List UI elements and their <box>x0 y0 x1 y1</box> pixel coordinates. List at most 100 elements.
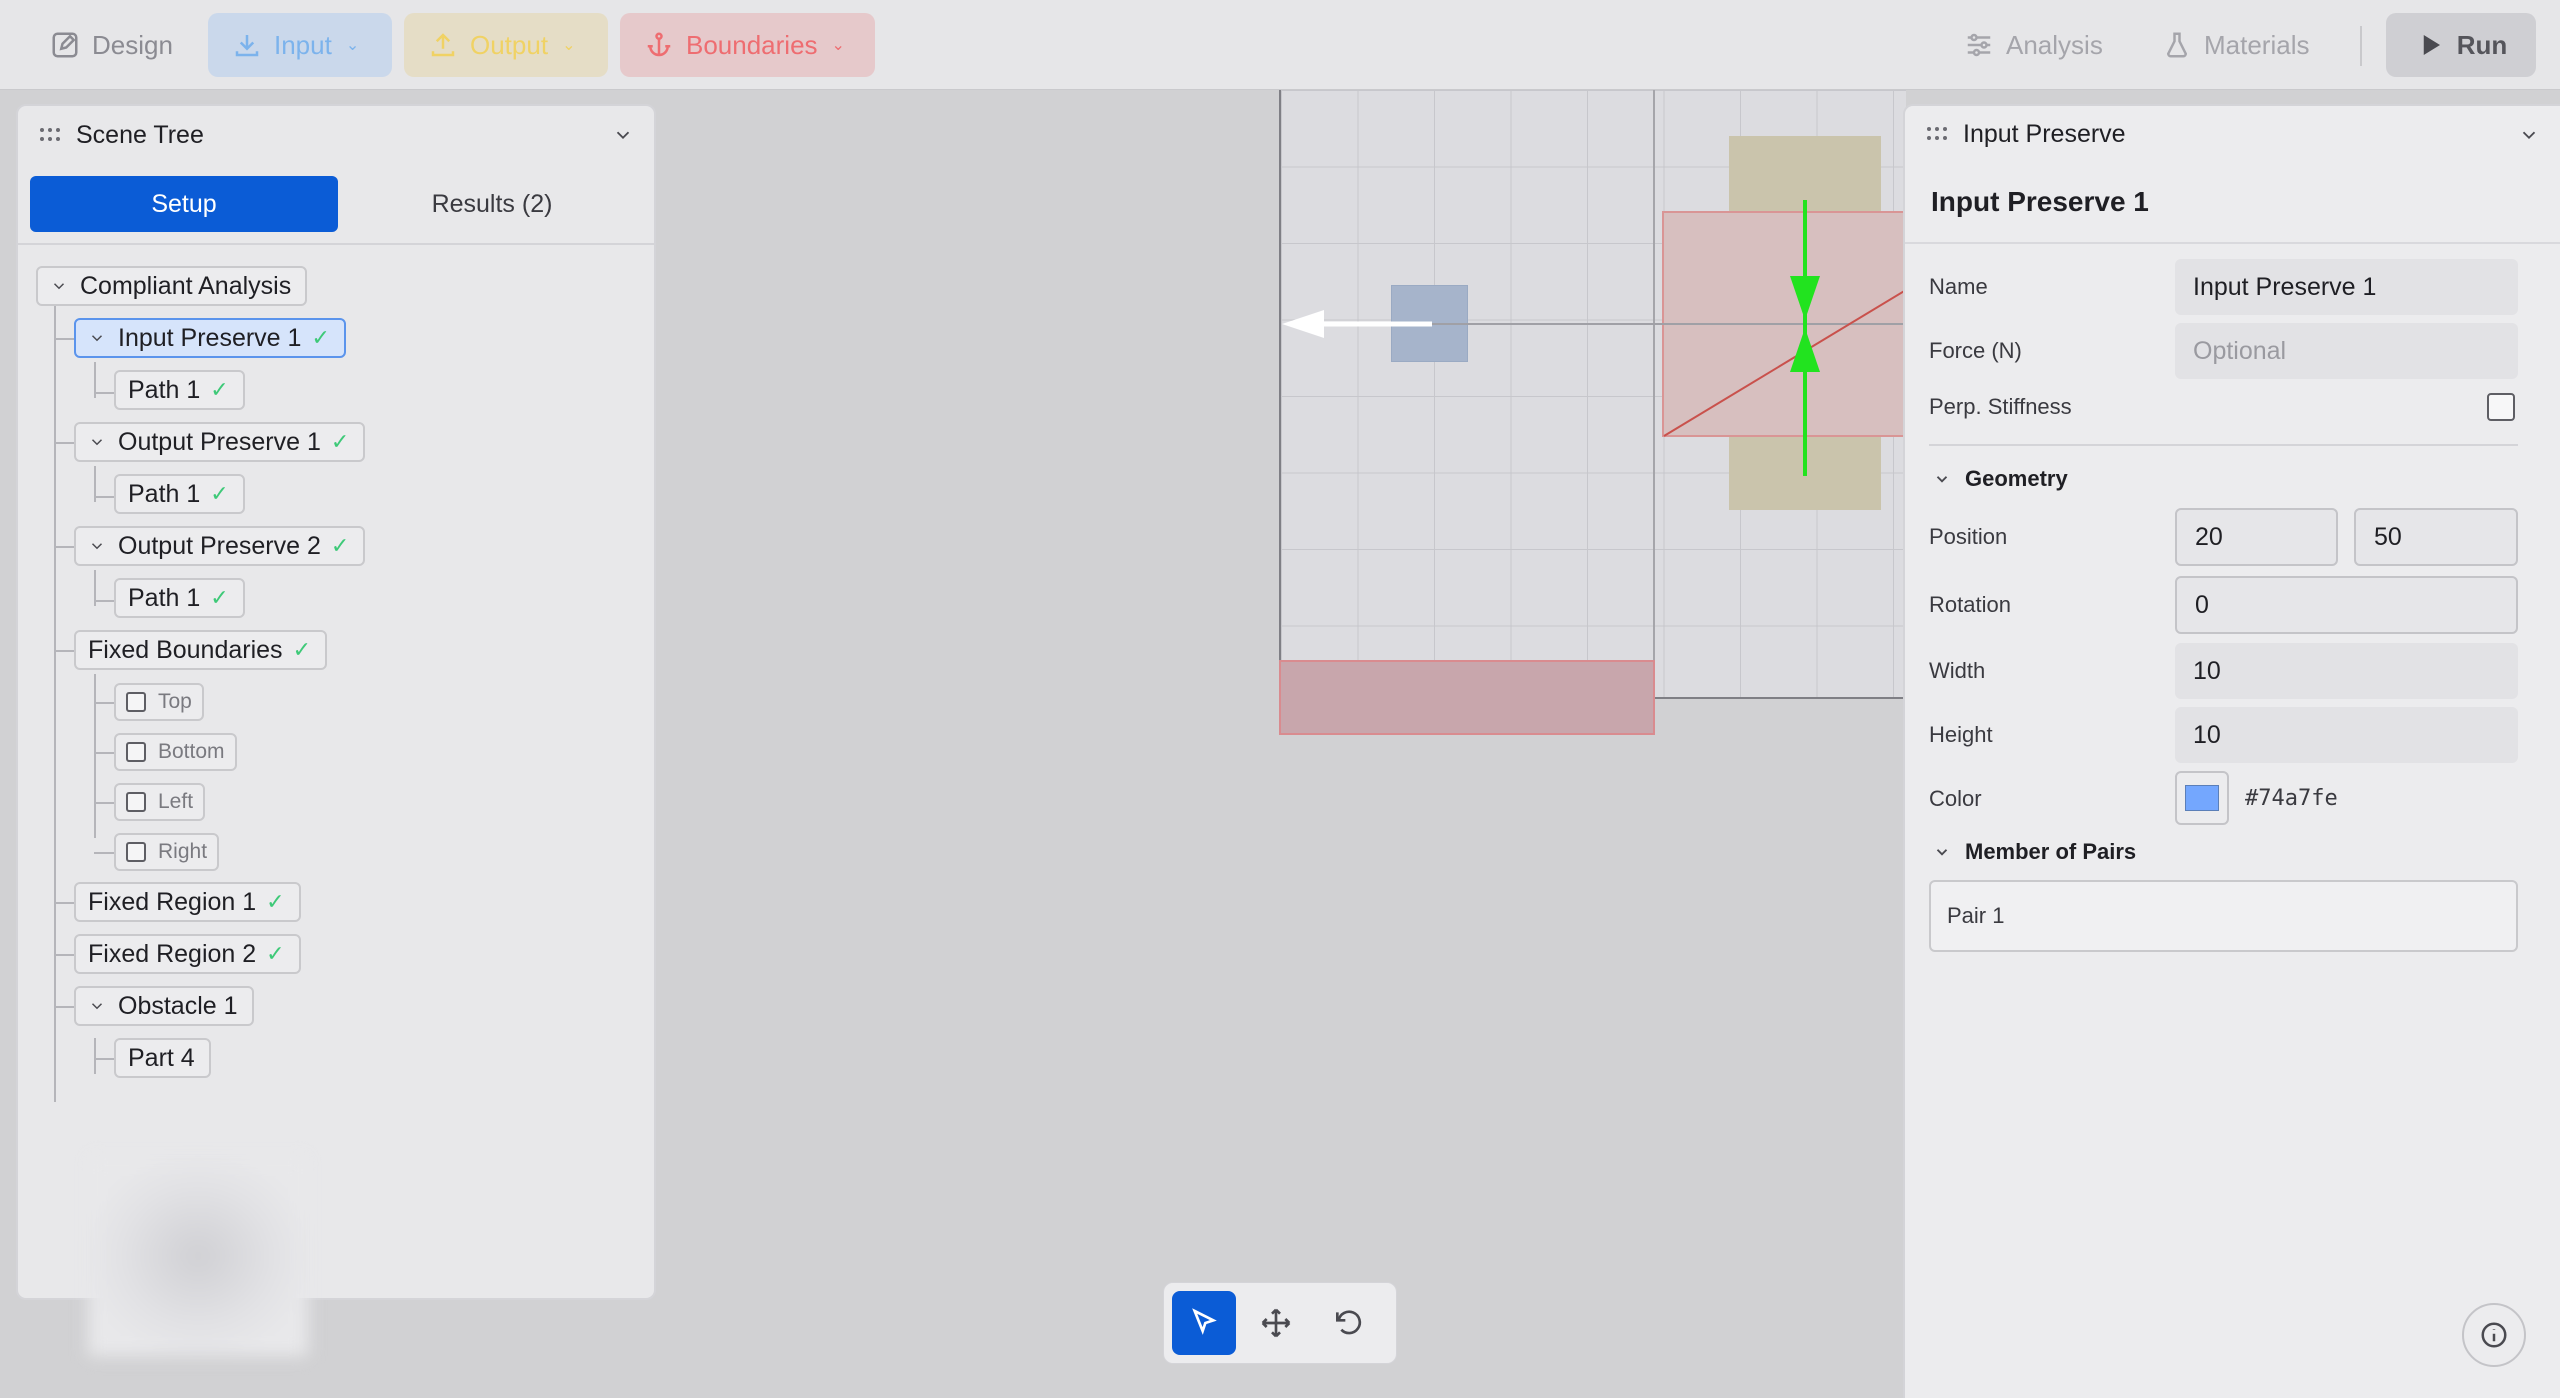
chevron-down-icon <box>53 283 65 290</box>
materials-button[interactable]: Materials <box>2138 13 2333 77</box>
node-label: Obstacle 1 <box>118 991 238 1020</box>
check-icon: ✓ <box>311 325 330 350</box>
run-label: Run <box>2456 29 2508 60</box>
output-menu-button[interactable]: Output ⌄ <box>404 13 608 77</box>
tree-node-input-preserve-1[interactable]: Input Preserve 1 ✓ <box>74 318 346 358</box>
height-field[interactable]: 10 <box>2175 707 2518 763</box>
boundaries-menu-button[interactable]: Boundaries ⌄ <box>620 13 875 77</box>
pairs-section-toggle[interactable]: Member of Pairs <box>1933 839 2136 865</box>
color-swatch[interactable] <box>2175 771 2229 825</box>
check-icon: ✓ <box>210 481 229 506</box>
stiffness-checkbox[interactable] <box>2487 393 2515 421</box>
force-vectors <box>1282 200 1907 476</box>
fixed-region-shape[interactable] <box>1279 660 1655 735</box>
section-divider <box>1929 444 2518 446</box>
tab-results[interactable]: Results (2) <box>338 176 646 232</box>
node-label: Path 1 <box>128 583 201 612</box>
design-button[interactable]: Design <box>26 13 197 77</box>
checkbox[interactable] <box>126 742 146 762</box>
move-tool[interactable] <box>1244 1291 1308 1355</box>
rotation-field[interactable]: 0 <box>2175 576 2518 634</box>
node-label: Output Preserve 2 <box>118 531 321 560</box>
check-icon: ✓ <box>266 941 285 966</box>
tree-node-obstacle-1[interactable]: Obstacle 1 <box>74 986 254 1026</box>
output-arrow-down <box>1790 276 1820 320</box>
check-icon: ✓ <box>210 585 229 610</box>
tree-node-path[interactable]: Path 1 ✓ <box>114 578 245 618</box>
chevron-down-icon[interactable] <box>612 124 634 146</box>
chevron-down-icon <box>1936 849 1948 856</box>
tree-connector <box>54 650 74 652</box>
tree-node-path[interactable]: Path 1 ✓ <box>114 474 245 514</box>
info-icon <box>2481 1322 2507 1348</box>
node-label: Path 1 <box>128 479 201 508</box>
tab-setup[interactable]: Setup <box>30 176 338 232</box>
chevron-down-icon[interactable] <box>2518 124 2540 146</box>
tree-node-part-4[interactable]: Part 4 <box>114 1038 211 1078</box>
node-label: Right <box>158 840 208 863</box>
tree-connector <box>94 674 96 838</box>
pair-list-item[interactable]: Pair 1 <box>1929 880 2518 952</box>
output-arrow-up <box>1790 328 1820 372</box>
node-label: Input Preserve 1 <box>118 323 302 352</box>
tree-connector <box>54 954 74 956</box>
node-label: Path 1 <box>128 375 201 404</box>
tree-node-compliant-analysis[interactable]: Compliant Analysis <box>36 266 308 306</box>
tree-node-output-preserve-1[interactable]: Output Preserve 1 ✓ <box>74 422 366 462</box>
output-label: Output <box>470 29 549 60</box>
tree-connector <box>94 1058 114 1060</box>
checkbox[interactable] <box>126 842 146 862</box>
tree-node-fixed-boundaries[interactable]: Fixed Boundaries ✓ <box>74 630 327 670</box>
rotate-tool[interactable] <box>1316 1291 1380 1355</box>
checkbox[interactable] <box>126 692 146 712</box>
sliders-icon <box>1967 33 1991 57</box>
select-tool[interactable] <box>1172 1291 1236 1355</box>
run-button[interactable]: Run <box>2386 13 2536 77</box>
drag-handle-icon[interactable] <box>40 128 62 142</box>
color-swatch-fill <box>2185 785 2219 811</box>
position-y-field[interactable]: 50 <box>2354 508 2518 566</box>
width-label: Width <box>1929 658 1986 683</box>
tree-node-fixed-region-1[interactable]: Fixed Region 1 ✓ <box>74 882 301 922</box>
tree-connector <box>54 902 74 904</box>
properties-header: Input Preserve <box>1905 106 2560 162</box>
node-label: Top <box>158 690 192 713</box>
panel-title: Scene Tree <box>76 120 204 149</box>
input-menu-button[interactable]: Input ⌄ <box>208 13 392 77</box>
tree-node-output-preserve-2[interactable]: Output Preserve 2 ✓ <box>74 526 366 566</box>
chevron-down-icon <box>91 439 103 446</box>
info-button[interactable] <box>2462 1303 2526 1367</box>
force-field[interactable]: Optional <box>2175 323 2518 379</box>
section-title: Member of Pairs <box>1965 839 2137 864</box>
boundary-right-toggle[interactable]: Right <box>114 833 220 871</box>
node-label: Fixed Boundaries <box>88 635 283 664</box>
tree-node-path[interactable]: Path 1 ✓ <box>114 370 245 410</box>
tree-connector <box>94 392 114 394</box>
rotate-icon <box>1336 1310 1362 1335</box>
canvas-tools <box>1163 1282 1397 1364</box>
name-field[interactable]: Input Preserve 1 <box>2175 259 2518 315</box>
node-label: Output Preserve 1 <box>118 427 321 456</box>
node-label: Left <box>158 790 194 813</box>
height-label: Height <box>1929 722 1993 747</box>
geometry-section-toggle[interactable]: Geometry <box>1933 466 2068 492</box>
section-title: Geometry <box>1965 466 2068 491</box>
checkbox[interactable] <box>126 792 146 812</box>
input-arrow-head <box>1282 310 1324 338</box>
boundary-left-toggle[interactable]: Left <box>114 783 206 821</box>
input-label: Input <box>274 29 332 60</box>
move-icon <box>1261 1308 1291 1338</box>
toolbar-divider <box>2360 26 2362 66</box>
tree-connector <box>54 1006 74 1008</box>
pair-label: Pair 1 <box>1947 903 2005 928</box>
boundary-top-toggle[interactable]: Top <box>114 683 204 721</box>
check-icon: ✓ <box>330 533 350 558</box>
drag-handle-icon[interactable] <box>1927 127 1949 141</box>
position-x-field[interactable]: 20 <box>2175 508 2338 566</box>
tree-node-fixed-region-2[interactable]: Fixed Region 2 ✓ <box>74 934 301 974</box>
width-field[interactable]: 10 <box>2175 643 2518 699</box>
node-label: Fixed Region 1 <box>88 887 257 916</box>
analysis-button[interactable]: Analysis <box>1940 13 2127 77</box>
boundaries-label: Boundaries <box>686 29 818 60</box>
boundary-bottom-toggle[interactable]: Bottom <box>114 733 237 771</box>
